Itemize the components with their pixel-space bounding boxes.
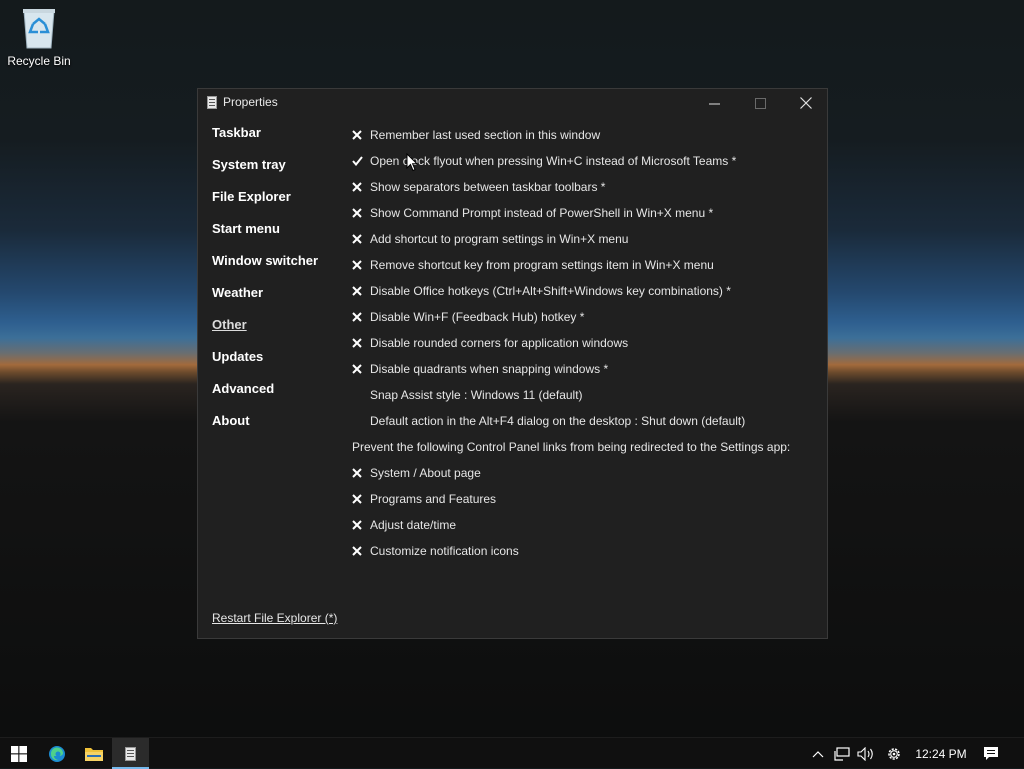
folder-icon xyxy=(84,748,103,761)
option-label: Snap Assist style : Windows 11 (default) xyxy=(370,388,583,402)
section-heading: Prevent the following Control Panel link… xyxy=(352,434,822,460)
option-label: Show separators between taskbar toolbars… xyxy=(370,180,606,194)
recycle-bin-label: Recycle Bin xyxy=(7,54,71,68)
nav-other[interactable]: Other xyxy=(212,317,342,349)
option-row[interactable]: Open clock flyout when pressing Win+C in… xyxy=(352,148,822,174)
option-label: Show Command Prompt instead of PowerShel… xyxy=(370,206,714,220)
chevron-up-icon xyxy=(812,750,824,757)
option-label: Disable Win+F (Feedback Hub) hotkey * xyxy=(370,310,585,324)
action-center-button[interactable] xyxy=(978,738,1004,769)
edge-icon xyxy=(48,745,65,762)
network-button[interactable] xyxy=(830,738,854,769)
unchecked-x-icon xyxy=(352,546,370,556)
unchecked-x-icon xyxy=(352,312,370,322)
nav-weather[interactable]: Weather xyxy=(212,285,342,317)
unchecked-x-icon xyxy=(352,260,370,270)
minimize-button[interactable] xyxy=(691,89,737,117)
option-label: Disable Office hotkeys (Ctrl+Alt+Shift+W… xyxy=(370,284,731,298)
recycle-bin-desktop-icon[interactable]: Recycle Bin xyxy=(4,6,74,76)
option-label: Default action in the Alt+F4 dialog on t… xyxy=(370,414,746,428)
unchecked-x-icon xyxy=(352,520,370,530)
unchecked-x-icon xyxy=(352,234,370,244)
maximize-icon xyxy=(754,97,766,109)
option-row[interactable]: Disable rounded corners for application … xyxy=(352,330,822,356)
option-row[interactable]: Remember last used section in this windo… xyxy=(352,122,822,148)
unchecked-x-icon xyxy=(352,130,370,140)
option-label: Remove shortcut key from program setting… xyxy=(370,258,714,272)
option-row[interactable]: Adjust date/time xyxy=(352,512,822,538)
option-row[interactable]: Remove shortcut key from program setting… xyxy=(352,252,822,278)
maximize-button[interactable] xyxy=(737,89,783,117)
edge-button[interactable] xyxy=(38,738,75,769)
option-label: Programs and Features xyxy=(370,492,497,506)
start-button[interactable] xyxy=(0,738,37,769)
option-row[interactable]: Disable Office hotkeys (Ctrl+Alt+Shift+W… xyxy=(352,278,822,304)
nav-file-explorer[interactable]: File Explorer xyxy=(212,189,342,221)
option-row[interactable]: Default action in the Alt+F4 dialog on t… xyxy=(352,408,822,434)
file-explorer-button[interactable] xyxy=(75,738,112,769)
window-title: Properties xyxy=(223,95,278,109)
show-hidden-icons-button[interactable] xyxy=(808,738,828,769)
option-row[interactable]: Programs and Features xyxy=(352,486,822,512)
unchecked-x-icon xyxy=(352,286,370,296)
notification-icon xyxy=(984,747,998,760)
option-row[interactable]: Snap Assist style : Windows 11 (default) xyxy=(352,382,822,408)
option-row[interactable]: System / About page xyxy=(352,460,822,486)
option-row[interactable]: Add shortcut to program settings in Win+… xyxy=(352,226,822,252)
close-icon xyxy=(800,97,812,109)
option-label: Adjust date/time xyxy=(370,518,457,532)
option-label: Add shortcut to program settings in Win+… xyxy=(370,232,629,246)
checkmark-icon xyxy=(352,156,370,166)
option-label: Customize notification icons xyxy=(370,544,519,558)
nav-start-menu[interactable]: Start menu xyxy=(212,221,342,253)
option-row[interactable]: Show separators between taskbar toolbars… xyxy=(352,174,822,200)
settings-tray-button[interactable] xyxy=(882,738,906,769)
properties-window: Properties Taskbar System tray File Expl… xyxy=(197,88,828,639)
unchecked-x-icon xyxy=(352,468,370,478)
minimize-icon xyxy=(708,103,720,104)
nav-updates[interactable]: Updates xyxy=(212,349,342,381)
app-icon xyxy=(125,746,136,761)
section-nav: Taskbar System tray File Explorer Start … xyxy=(212,125,342,445)
option-label: System / About page xyxy=(370,466,481,480)
mouse-cursor-icon xyxy=(406,153,418,172)
nav-about[interactable]: About xyxy=(212,413,342,445)
unchecked-x-icon xyxy=(352,338,370,348)
network-icon xyxy=(834,746,850,761)
option-label: Disable rounded corners for application … xyxy=(370,336,629,350)
option-label: Prevent the following Control Panel link… xyxy=(352,440,791,454)
title-bar[interactable]: Properties xyxy=(198,89,827,117)
app-icon xyxy=(207,96,217,109)
gear-icon xyxy=(888,747,900,760)
recycle-bin-icon xyxy=(23,9,55,49)
nav-advanced[interactable]: Advanced xyxy=(212,381,342,413)
speaker-icon xyxy=(857,746,873,761)
option-row[interactable]: Customize notification icons xyxy=(352,538,822,564)
option-row[interactable]: Disable quadrants when snapping windows … xyxy=(352,356,822,382)
nav-system-tray[interactable]: System tray xyxy=(212,157,342,189)
option-label: Remember last used section in this windo… xyxy=(370,128,601,142)
nav-taskbar[interactable]: Taskbar xyxy=(212,125,342,157)
option-label: Open clock flyout when pressing Win+C in… xyxy=(370,154,737,168)
volume-button[interactable] xyxy=(854,738,878,769)
restart-file-explorer-link[interactable]: Restart File Explorer (*) xyxy=(212,611,337,625)
taskbar: 12:24 PM xyxy=(0,737,1024,769)
unchecked-x-icon xyxy=(352,182,370,192)
close-button[interactable] xyxy=(783,89,829,117)
unchecked-x-icon xyxy=(352,494,370,504)
option-label: Disable quadrants when snapping windows … xyxy=(370,362,609,376)
properties-app-button[interactable] xyxy=(112,738,149,769)
nav-window-switcher[interactable]: Window switcher xyxy=(212,253,342,285)
unchecked-x-icon xyxy=(352,208,370,218)
option-row[interactable]: Show Command Prompt instead of PowerShel… xyxy=(352,200,822,226)
taskbar-clock[interactable]: 12:24 PM xyxy=(908,738,974,769)
options-list: Remember last used section in this windo… xyxy=(352,122,822,564)
unchecked-x-icon xyxy=(352,364,370,374)
windows-logo-icon xyxy=(10,745,27,762)
option-row[interactable]: Disable Win+F (Feedback Hub) hotkey * xyxy=(352,304,822,330)
